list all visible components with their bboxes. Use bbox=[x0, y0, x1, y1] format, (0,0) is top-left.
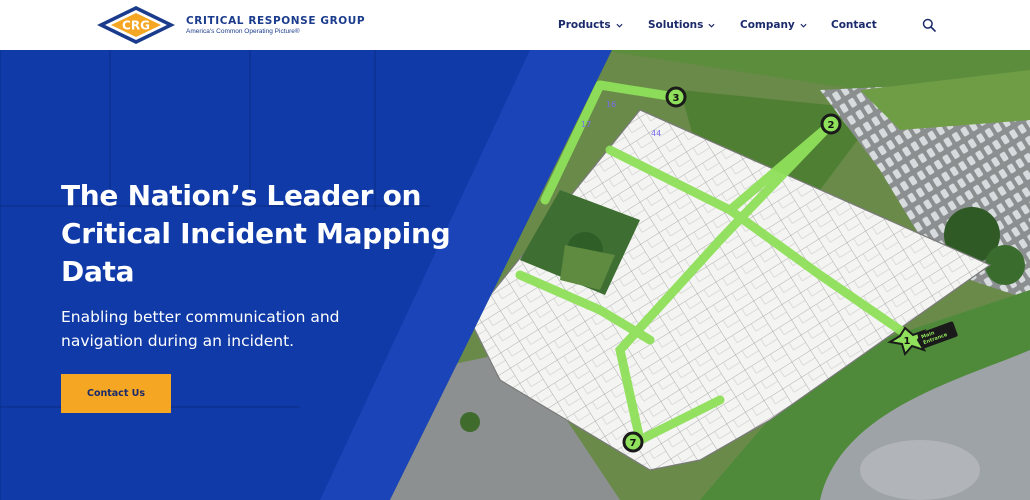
room-number-16: 16 bbox=[606, 100, 616, 109]
crg-logo-mark: CRG bbox=[97, 6, 175, 44]
site-header: CRG CRITICAL RESPONSE GROUP America's Co… bbox=[0, 0, 1030, 50]
nav-solutions[interactable]: Solutions bbox=[648, 19, 715, 31]
room-number-44: 44 bbox=[651, 129, 661, 138]
waypoint-2: 2 bbox=[828, 120, 835, 131]
nav-solutions-label: Solutions bbox=[648, 19, 704, 31]
contact-us-button[interactable]: Contact Us bbox=[61, 374, 171, 413]
waypoint-3: 3 bbox=[673, 93, 680, 104]
logo-initials: CRG bbox=[122, 19, 150, 33]
nav-contact-label: Contact bbox=[831, 19, 877, 31]
search-icon[interactable] bbox=[922, 18, 936, 32]
chevron-down-icon bbox=[616, 23, 623, 28]
chevron-down-icon bbox=[800, 23, 807, 28]
hero-title: The Nation’s Leader on Critical Incident… bbox=[61, 179, 451, 288]
nav-company[interactable]: Company bbox=[740, 19, 807, 31]
nav-products[interactable]: Products bbox=[558, 19, 623, 31]
nav-company-label: Company bbox=[740, 19, 795, 31]
waypoint-7: 7 bbox=[630, 438, 637, 449]
nav-contact[interactable]: Contact bbox=[831, 19, 877, 31]
hero-subtitle: Enabling better communication and naviga… bbox=[61, 308, 340, 350]
brand-tagline: America's Common Operating Picture® bbox=[186, 28, 300, 35]
room-number-17: 17 bbox=[581, 120, 591, 129]
logo[interactable]: CRG CRITICAL RESPONSE GROUP America's Co… bbox=[96, 5, 365, 45]
hero-section: 3 2 7 1 Main Entrance 16 44 17 The Natio… bbox=[0, 50, 1030, 500]
chevron-down-icon bbox=[708, 23, 715, 28]
nav-products-label: Products bbox=[558, 19, 611, 31]
waypoint-1: 1 bbox=[904, 336, 911, 347]
brand-name: CRITICAL RESPONSE GROUP bbox=[186, 15, 366, 27]
